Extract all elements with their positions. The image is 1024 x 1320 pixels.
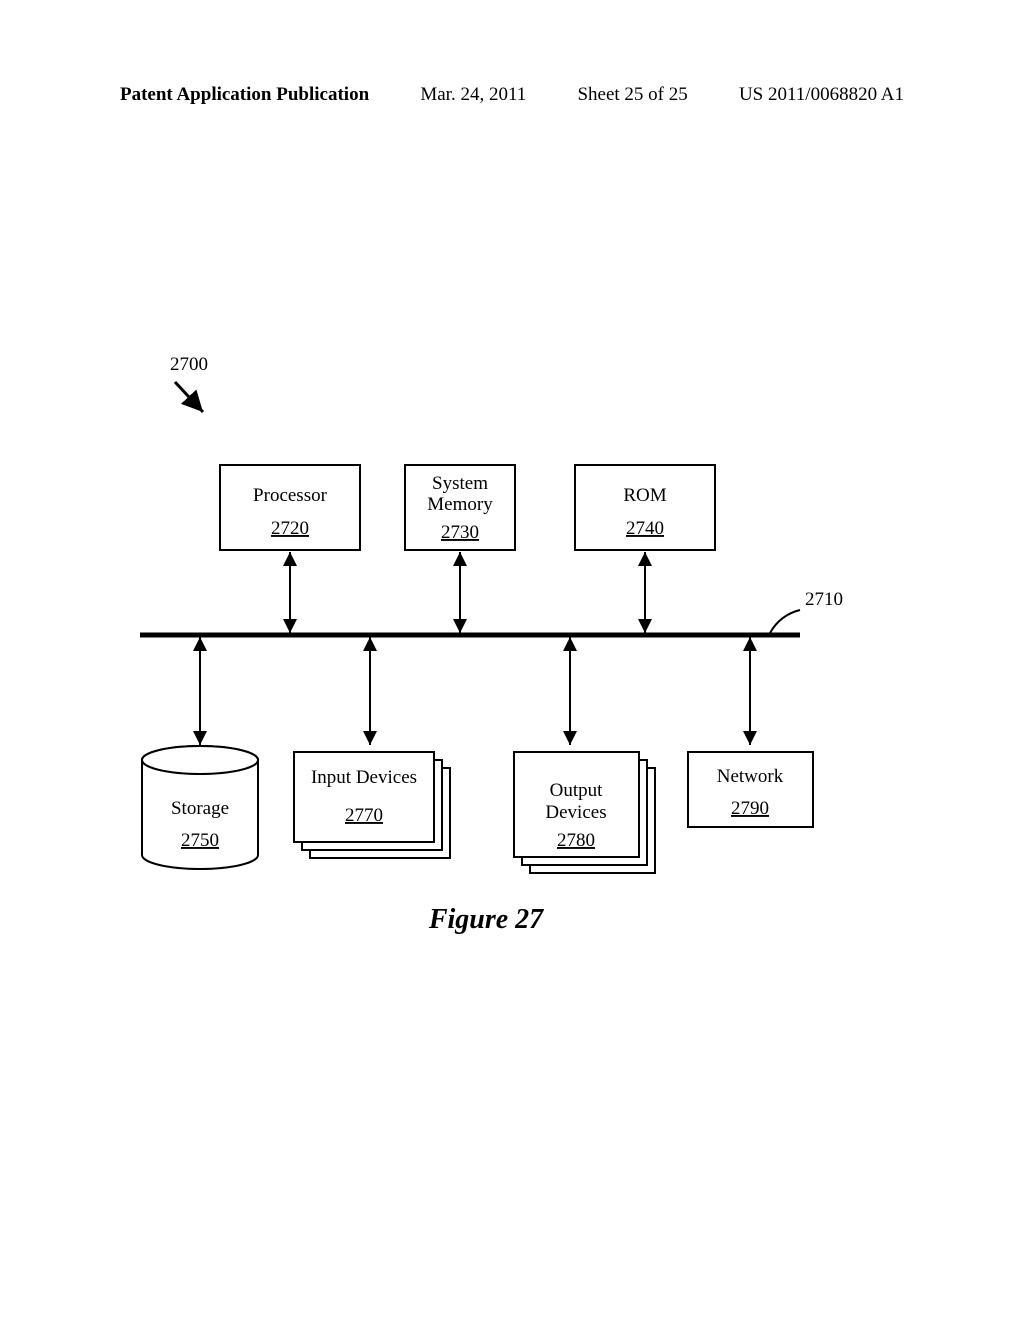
bus-ref-label: 2710 <box>805 589 843 610</box>
figure-caption: Figure 27 <box>428 904 544 935</box>
box-input-devices: Input Devices 2770 <box>294 752 450 858</box>
network-num: 2790 <box>731 798 769 819</box>
ref-label-system: 2700 <box>170 354 208 375</box>
output-label2: Devices <box>545 802 606 823</box>
ref-arrow-system <box>175 382 203 412</box>
storage-num: 2750 <box>181 830 219 851</box>
storage-label: Storage <box>171 798 229 819</box>
box-output-devices: Output Devices 2780 <box>514 752 655 873</box>
sysmem-label2: Memory <box>427 494 493 515</box>
network-label: Network <box>717 766 784 787</box>
output-label1: Output <box>550 780 604 801</box>
processor-num: 2720 <box>271 518 309 539</box>
rom-num: 2740 <box>626 518 664 539</box>
box-processor: Processor 2720 <box>220 465 360 550</box>
bus-ref-curve <box>770 610 800 633</box>
processor-label: Processor <box>253 485 328 506</box>
input-label: Input Devices <box>311 767 417 788</box>
box-network: Network 2790 <box>688 752 813 827</box>
diagram-svg: 2700 Processor 2720 System Memory 2730 R… <box>0 0 1024 1320</box>
sysmem-num: 2730 <box>441 522 479 543</box>
box-rom: ROM 2740 <box>575 465 715 550</box>
cylinder-storage: Storage 2750 <box>142 746 258 869</box>
output-num: 2780 <box>557 830 595 851</box>
box-system-memory: System Memory 2730 <box>405 465 515 550</box>
rom-label: ROM <box>623 485 666 506</box>
input-num: 2770 <box>345 805 383 826</box>
sysmem-label1: System <box>432 473 488 494</box>
